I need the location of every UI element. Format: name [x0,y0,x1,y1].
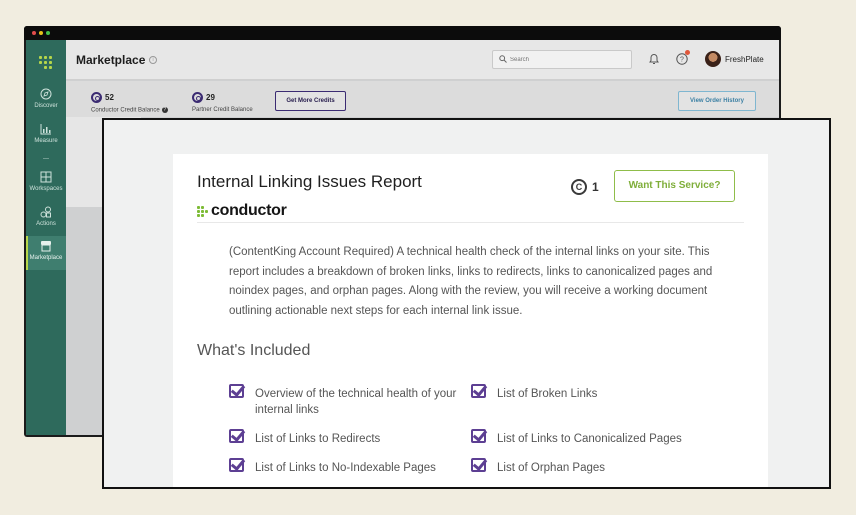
shapes-icon [40,206,51,218]
page-title: Marketplace [76,53,146,67]
feature-label: List of Broken Links [497,388,598,400]
checkbox-checked-icon [471,458,486,472]
feature-label: List of Links to Redirects [255,433,381,445]
sidebar-item-measure[interactable]: Measure [26,123,66,149]
compass-icon [40,88,52,100]
close-window-dot[interactable] [32,31,36,35]
bell-icon[interactable] [648,52,660,65]
top-bar: Marketplace i ? FreshPlate [66,40,779,80]
checkbox-checked-icon [229,384,244,398]
service-detail-window: Internal Linking Issues Report conductor… [102,118,831,489]
get-more-credits-button[interactable]: Get More Credits [275,91,346,111]
feature-label: List of Orphan Pages [497,462,606,474]
credits-bar: 52 Conductor Credit Balance? 29 Partner … [66,81,779,117]
whats-included-heading: What's Included [197,342,311,359]
credit-icon [91,92,102,103]
bar-chart-icon [40,124,51,135]
search-input[interactable] [510,54,625,66]
search-box[interactable] [492,50,632,69]
window-titlebar [24,26,781,40]
sidebar-item-label: Workspaces [29,186,63,192]
sidebar-item-label: Marketplace [29,255,63,261]
checkbox-checked-icon [471,429,486,443]
sidebar: Discover Measure Workspaces Actions Mark… [26,40,66,435]
feature-label: Overview of the technical health of your… [255,388,457,416]
info-icon[interactable]: i [149,56,157,64]
sidebar-item-label: Measure [34,138,58,144]
user-name[interactable]: FreshPlate [725,55,764,64]
conductor-logo-icon[interactable] [39,56,53,70]
checkbox-checked-icon [229,458,244,472]
checkbox-checked-icon [471,384,486,398]
store-icon [41,241,51,252]
service-cost-value: 1 [592,180,599,194]
checkbox-checked-icon [229,429,244,443]
feature-label: List of Links to No-Indexable Pages [255,462,436,474]
service-card: Internal Linking Issues Report conductor… [173,154,768,487]
sidebar-divider [43,158,49,159]
search-icon [499,55,507,63]
service-description: (ContentKing Account Required) A technic… [229,246,713,317]
credit-icon [192,92,203,103]
brand-name: conductor [211,202,287,219]
sidebar-item-marketplace[interactable]: Marketplace [26,236,66,270]
feature-label: List of Links to Canonicalized Pages [497,433,682,445]
help-button[interactable]: ? [676,50,690,70]
sidebar-item-discover[interactable]: Discover [26,88,66,114]
svg-text:?: ? [680,57,684,64]
sidebar-item-actions[interactable]: Actions [26,206,66,232]
question-icon[interactable]: ? [161,107,168,113]
view-order-history-button[interactable]: View Order History [678,91,756,111]
grid-icon [40,171,52,183]
partner-credit-value: 29 [206,93,215,102]
divider [197,222,744,223]
sidebar-item-label: Discover [34,103,58,109]
conductor-credit-label: Conductor Credit Balance? [91,107,168,114]
avatar[interactable] [705,51,721,67]
notification-badge [685,50,690,55]
credit-icon: C [571,179,587,195]
minimize-window-dot[interactable] [39,31,43,35]
conductor-logo-icon [197,206,209,217]
sidebar-item-label: Actions [36,221,56,227]
want-this-service-button[interactable]: Want This Service? [614,170,735,202]
sidebar-item-workspaces[interactable]: Workspaces [26,171,66,197]
maximize-window-dot[interactable] [46,31,50,35]
conductor-credit-value: 52 [105,93,114,102]
service-title: Internal Linking Issues Report [197,172,422,191]
partner-credit-label: Partner Credit Balance [192,107,253,113]
